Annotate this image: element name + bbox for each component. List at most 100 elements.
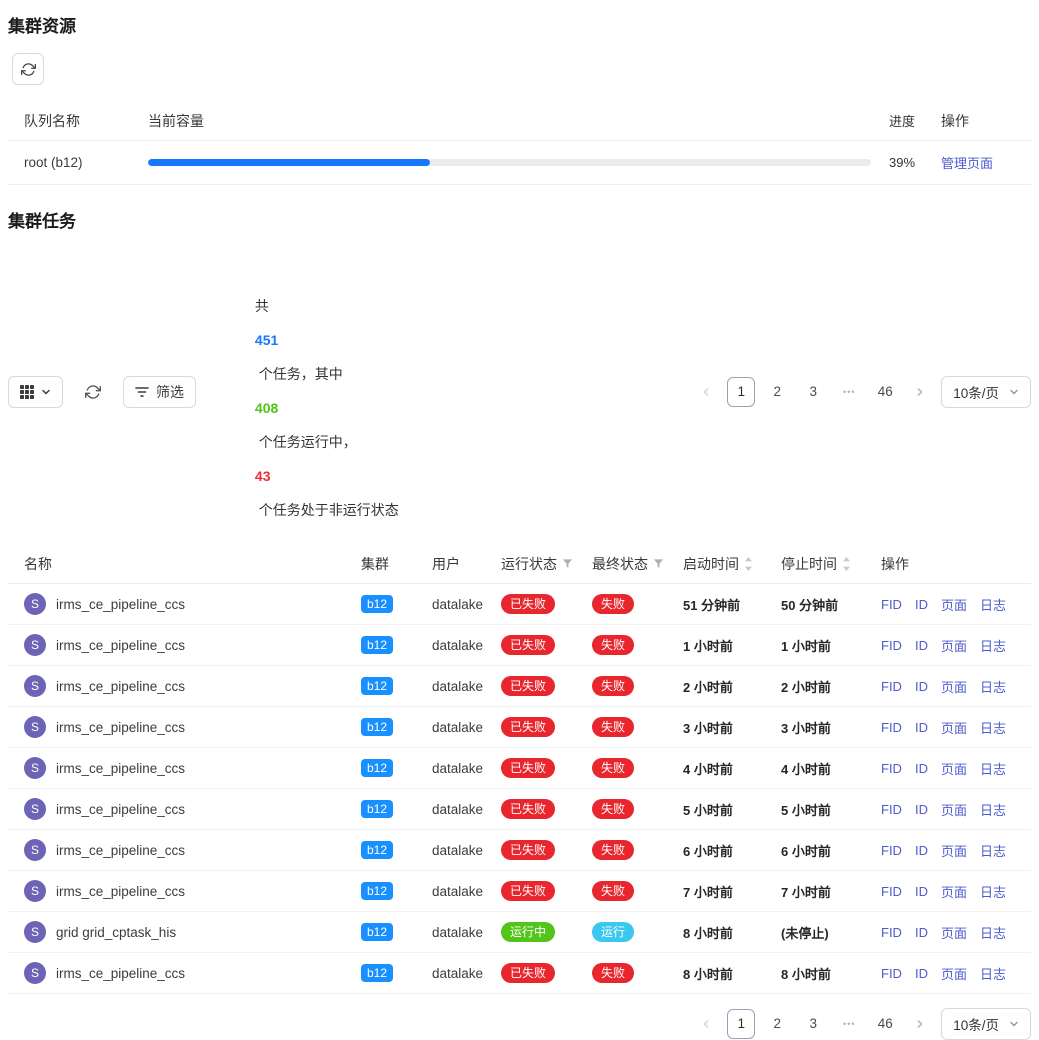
page-number[interactable]: 3 [799, 1009, 827, 1039]
page-number[interactable]: 1 [727, 377, 755, 407]
next-page-button[interactable] [907, 1009, 933, 1039]
id-link[interactable]: ID [915, 843, 928, 858]
page-link[interactable]: 页面 [941, 759, 967, 778]
tasks-table: 名称 集群 用户 运行状态 最终状态 启动时间 停止时间 [8, 544, 1031, 994]
page-number[interactable]: ••• [835, 377, 863, 407]
prev-page-button[interactable] [693, 1009, 719, 1039]
col-final-status: 最终状态 [592, 554, 683, 574]
filter-button[interactable]: 筛选 [123, 376, 196, 408]
log-link[interactable]: 日志 [980, 882, 1006, 901]
id-link[interactable]: ID [915, 884, 928, 899]
next-page-button[interactable] [907, 377, 933, 407]
page-number[interactable]: 46 [871, 377, 899, 407]
avatar: S [24, 962, 46, 984]
task-user: datalake [432, 884, 501, 899]
fid-link[interactable]: FID [881, 802, 902, 817]
task-user: datalake [432, 638, 501, 653]
cluster-badge: b12 [361, 964, 393, 982]
fid-link[interactable]: FID [881, 925, 902, 940]
page-size-select[interactable]: 10条/页 [941, 376, 1031, 408]
page-link[interactable]: 页面 [941, 595, 967, 614]
task-user: datalake [432, 966, 501, 981]
avatar: S [24, 839, 46, 861]
page-link[interactable]: 页面 [941, 636, 967, 655]
task-name: irms_ce_pipeline_ccs [56, 597, 185, 612]
refresh-icon [85, 384, 101, 400]
summary-text: 408 [255, 400, 278, 416]
avatar: S [24, 757, 46, 779]
log-link[interactable]: 日志 [980, 800, 1006, 819]
log-link[interactable]: 日志 [980, 595, 1006, 614]
col-current-capacity: 当前容量 [148, 111, 889, 131]
id-link[interactable]: ID [915, 761, 928, 776]
page-link[interactable]: 页面 [941, 923, 967, 942]
log-link[interactable]: 日志 [980, 923, 1006, 942]
page-link[interactable]: 页面 [941, 800, 967, 819]
tasks-refresh-button[interactable] [85, 384, 101, 400]
fid-link[interactable]: FID [881, 966, 902, 981]
id-link[interactable]: ID [915, 597, 928, 612]
id-link[interactable]: ID [915, 966, 928, 981]
id-link[interactable]: ID [915, 720, 928, 735]
page-link[interactable]: 页面 [941, 964, 967, 983]
fid-link[interactable]: FID [881, 597, 902, 612]
log-link[interactable]: 日志 [980, 677, 1006, 696]
resources-table: 队列名称 当前容量 进度 操作 root (b12) 39% 管理页面 [8, 101, 1031, 185]
pagination-bottom: 1 2 3 ••• 46 10条/页 [693, 1008, 1031, 1040]
fid-link[interactable]: FID [881, 679, 902, 694]
column-settings-button[interactable] [8, 376, 63, 408]
final-status-badge: 失败 [592, 594, 634, 614]
page-number[interactable]: 1 [727, 1009, 755, 1039]
stop-time: 6 小时前 [781, 841, 873, 860]
stop-time: (未停止) [781, 923, 873, 942]
col-progress: 进度 [889, 111, 941, 130]
log-link[interactable]: 日志 [980, 759, 1006, 778]
task-name: irms_ce_pipeline_ccs [56, 679, 185, 694]
summary-text: 个任务处于非运行状态 [255, 502, 399, 518]
fid-link[interactable]: FID [881, 884, 902, 899]
id-link[interactable]: ID [915, 925, 928, 940]
sorter-icon[interactable] [842, 557, 851, 571]
log-link[interactable]: 日志 [980, 964, 1006, 983]
cluster-badge: b12 [361, 718, 393, 736]
fid-link[interactable]: FID [881, 843, 902, 858]
bottom-pagination-bar: 1 2 3 ••• 46 10条/页 [8, 1008, 1031, 1040]
task-user: datalake [432, 720, 501, 735]
page-size-value: 10条/页 [953, 1014, 999, 1034]
page-number[interactable]: 3 [799, 377, 827, 407]
page-size-select[interactable]: 10条/页 [941, 1008, 1031, 1040]
task-name: irms_ce_pipeline_ccs [56, 802, 185, 817]
page-number[interactable]: ••• [835, 1009, 863, 1039]
page-link[interactable]: 页面 [941, 677, 967, 696]
cluster-badge: b12 [361, 759, 393, 777]
chevron-down-icon [1009, 1019, 1019, 1029]
log-link[interactable]: 日志 [980, 718, 1006, 737]
fid-link[interactable]: FID [881, 720, 902, 735]
page-link[interactable]: 页面 [941, 841, 967, 860]
manage-page-link[interactable]: 管理页面 [941, 156, 993, 171]
final-status-badge: 失败 [592, 881, 634, 901]
start-time: 4 小时前 [683, 759, 781, 778]
task-name: irms_ce_pipeline_ccs [56, 638, 185, 653]
funnel-filter-icon[interactable] [653, 558, 664, 569]
id-link[interactable]: ID [915, 679, 928, 694]
page-link[interactable]: 页面 [941, 718, 967, 737]
page-number[interactable]: 46 [871, 1009, 899, 1039]
resources-refresh-button[interactable] [12, 53, 44, 85]
page-number[interactable]: 2 [763, 377, 791, 407]
fid-link[interactable]: FID [881, 638, 902, 653]
funnel-filter-icon[interactable] [562, 558, 573, 569]
page-link[interactable]: 页面 [941, 882, 967, 901]
log-link[interactable]: 日志 [980, 636, 1006, 655]
page-number[interactable]: 2 [763, 1009, 791, 1039]
chevron-left-icon [701, 1019, 711, 1029]
prev-page-button[interactable] [693, 377, 719, 407]
sorter-icon[interactable] [744, 557, 753, 571]
start-time: 2 小时前 [683, 677, 781, 696]
page: 集群资源 队列名称 当前容量 进度 操作 root (b12) [0, 0, 1039, 1040]
id-link[interactable]: ID [915, 802, 928, 817]
log-link[interactable]: 日志 [980, 841, 1006, 860]
fid-link[interactable]: FID [881, 761, 902, 776]
cluster-badge: b12 [361, 800, 393, 818]
id-link[interactable]: ID [915, 638, 928, 653]
